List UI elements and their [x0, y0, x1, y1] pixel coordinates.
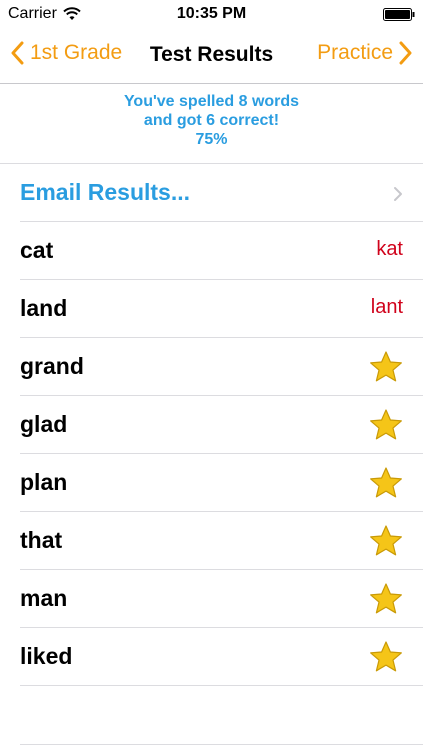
- result-row-man: man: [20, 569, 423, 627]
- chevron-right-icon: [399, 41, 412, 65]
- email-results-row[interactable]: Email Results...: [0, 163, 423, 221]
- result-row-land: land lant: [20, 279, 423, 337]
- result-row-cat: cat kat: [20, 221, 423, 279]
- practice-button[interactable]: Practice: [317, 41, 413, 65]
- result-wrong-answer: lant: [370, 296, 403, 318]
- result-word: plan: [20, 469, 68, 495]
- star-icon: [370, 583, 402, 614]
- results-summary: You've spelled 8 words and got 6 correct…: [0, 92, 423, 149]
- summary-line-spelled: You've spelled 8 words: [123, 93, 300, 110]
- email-results-label: Email Results...: [20, 179, 191, 205]
- summary-line-correct: and got 6 correct!: [143, 112, 280, 129]
- result-row-plan: plan: [20, 453, 423, 511]
- result-word: cat: [20, 237, 54, 263]
- star-icon: [370, 467, 402, 498]
- result-word: glad: [20, 411, 68, 437]
- results-list: Email Results... cat kat land lant grand…: [0, 163, 423, 686]
- result-row-grand: grand: [20, 337, 423, 395]
- star-icon: [370, 409, 402, 440]
- result-wrong-answer: kat: [376, 238, 403, 260]
- result-word: man: [20, 585, 68, 611]
- battery-icon: [383, 8, 415, 21]
- star-icon: [370, 641, 402, 672]
- screen: Carrier 10:35 PM 1st Grade Test Results …: [0, 0, 423, 750]
- result-word: that: [20, 527, 63, 553]
- practice-button-label: Practice: [317, 41, 393, 64]
- bottom-divider: [20, 744, 423, 745]
- star-icon: [370, 351, 402, 382]
- result-row-glad: glad: [20, 395, 423, 453]
- result-row-that: that: [20, 511, 423, 569]
- result-row-liked: liked: [20, 627, 423, 685]
- disclosure-chevron-icon: [394, 187, 402, 201]
- result-word: grand: [20, 353, 84, 379]
- navigation-bar: 1st Grade Test Results Practice: [0, 28, 423, 84]
- star-icon: [370, 525, 402, 556]
- list-divider: [20, 685, 423, 686]
- summary-percentage: 75%: [195, 131, 228, 148]
- status-bar: Carrier 10:35 PM: [0, 0, 423, 28]
- result-word: land: [20, 295, 68, 321]
- result-word: liked: [20, 643, 73, 669]
- status-time: 10:35 PM: [176, 5, 247, 22]
